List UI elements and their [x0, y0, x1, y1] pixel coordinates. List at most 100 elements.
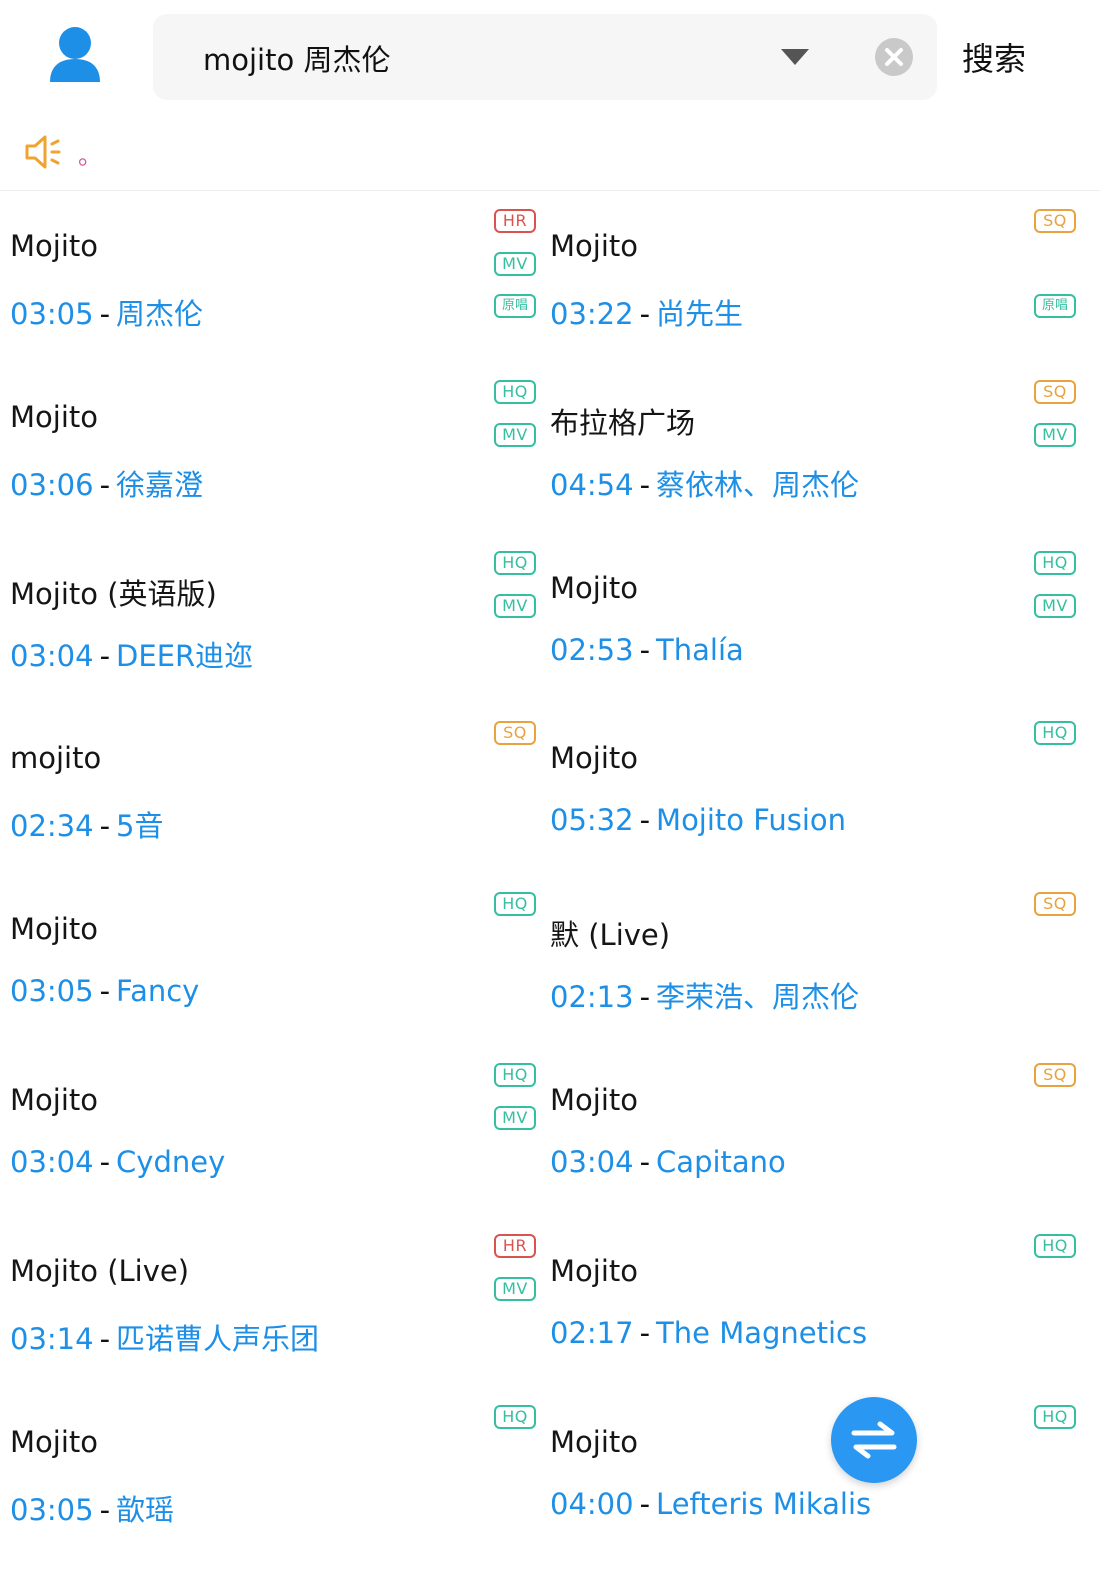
song-duration: 03:04	[10, 639, 94, 673]
song-item[interactable]: Mojito (Live) 03:14- 匹诺曹人声乐团 HR MV	[0, 1216, 540, 1387]
song-meta: 02:53- Thalía	[550, 633, 744, 667]
song-item[interactable]: Mojito 05:32- Mojito Fusion HQ	[540, 703, 1080, 874]
badge-hq: HQ	[494, 551, 536, 575]
separator: -	[99, 974, 111, 1008]
song-title: 布拉格广场	[550, 406, 696, 440]
song-meta: 03:06- 徐嘉澄	[10, 462, 203, 504]
song-duration: 03:22	[550, 297, 634, 331]
song-item[interactable]: Mojito (英语版) 03:04- DEER迪迩 HQ MV	[0, 533, 540, 704]
song-item[interactable]: Mojito 02:17- The Magnetics HQ	[540, 1216, 1080, 1387]
song-duration: 02:34	[10, 809, 94, 843]
song-artist[interactable]: Lefteris Mikalis	[656, 1487, 871, 1521]
badge-mv[interactable]: MV	[494, 1277, 536, 1301]
song-duration: 03:05	[10, 1493, 94, 1527]
top-bar: 搜索	[0, 0, 1100, 120]
badge-mv[interactable]: MV	[494, 252, 536, 276]
search-button[interactable]: 搜索	[962, 34, 1062, 78]
search-box	[153, 14, 937, 100]
separator: -	[99, 809, 111, 843]
song-item[interactable]: Mojito 03:04- Capitano SQ	[540, 1045, 1080, 1216]
song-duration: 03:04	[10, 1145, 94, 1179]
song-item[interactable]: mojito 02:34-5音 SQ	[0, 703, 540, 874]
separator: -	[639, 1316, 651, 1350]
badge-sq: SQ	[494, 721, 536, 745]
song-title: Mojito	[10, 400, 98, 434]
song-artist[interactable]: Fancy	[116, 974, 199, 1008]
user-icon[interactable]	[48, 26, 102, 84]
badge-original: 原唱	[1034, 294, 1076, 318]
song-item[interactable]: Mojito 03:04- Cydney HQ MV	[0, 1045, 540, 1216]
song-title: 默 (Live)	[550, 918, 671, 952]
badge-mv[interactable]: MV	[1034, 423, 1076, 447]
song-artist[interactable]: 李荣浩、周杰伦	[656, 980, 859, 1014]
song-meta: 03:04- Cydney	[10, 1145, 225, 1179]
song-artist[interactable]: The Magnetics	[656, 1316, 867, 1350]
song-meta: 02:34-5音	[10, 803, 164, 845]
clear-circle-icon[interactable]	[873, 36, 915, 78]
song-item[interactable]: Mojito 03:05- 歆瑶 HQ	[0, 1387, 540, 1558]
song-item[interactable]: Mojito 04:00- Lefteris Mikalis HQ	[540, 1387, 1080, 1558]
song-duration: 03:04	[550, 1145, 634, 1179]
badge-hr: HR	[494, 209, 536, 233]
swap-button[interactable]	[831, 1397, 917, 1483]
song-meta: 02:17- The Magnetics	[550, 1316, 867, 1350]
announcement-text: 。	[78, 142, 102, 170]
song-meta: 03:05- 周杰伦	[10, 291, 203, 333]
song-title: Mojito	[10, 1425, 98, 1459]
badge-hq: HQ	[1034, 721, 1076, 745]
song-item[interactable]: Mojito 03:22- 尚先生 SQ 原唱	[540, 191, 1080, 362]
song-duration: 03:06	[10, 468, 94, 502]
search-input[interactable]	[201, 35, 725, 81]
song-duration: 02:13	[550, 980, 634, 1014]
badge-hq: HQ	[1034, 1234, 1076, 1258]
badge-hq: HQ	[1034, 551, 1076, 575]
song-meta: 05:32- Mojito Fusion	[550, 803, 846, 837]
badge-mv[interactable]: MV	[494, 1106, 536, 1130]
song-artist[interactable]: 匹诺曹人声乐团	[116, 1322, 319, 1356]
song-title: Mojito	[10, 1083, 98, 1117]
badge-hr: HR	[494, 1234, 536, 1258]
song-meta: 03:22- 尚先生	[550, 291, 743, 333]
song-title: Mojito	[550, 571, 638, 605]
song-title: Mojito (Live)	[10, 1254, 190, 1288]
song-artist[interactable]: DEER迪迩	[116, 639, 253, 673]
song-meta: 03:14- 匹诺曹人声乐团	[10, 1316, 319, 1358]
song-duration: 05:32	[550, 803, 634, 837]
badge-mv[interactable]: MV	[1034, 594, 1076, 618]
song-artist[interactable]: 蔡依林、周杰伦	[656, 468, 859, 502]
song-duration: 02:17	[550, 1316, 634, 1350]
song-meta: 03:05- 歆瑶	[10, 1487, 174, 1529]
song-artist[interactable]: Thalía	[656, 633, 744, 667]
badge-mv[interactable]: MV	[494, 594, 536, 618]
song-duration: 04:00	[550, 1487, 634, 1521]
song-duration: 03:05	[10, 297, 94, 331]
badge-hq: HQ	[494, 892, 536, 916]
song-title: Mojito	[550, 229, 638, 263]
song-artist[interactable]: 尚先生	[656, 297, 743, 331]
song-item[interactable]: 默 (Live) 02:13- 李荣浩、周杰伦 SQ	[540, 874, 1080, 1045]
song-item[interactable]: 布拉格广场 04:54- 蔡依林、周杰伦 SQ MV	[540, 362, 1080, 533]
badge-hq: HQ	[494, 1405, 536, 1429]
song-artist[interactable]: Cydney	[116, 1145, 225, 1179]
song-artist[interactable]: 徐嘉澄	[116, 468, 203, 502]
badge-hq: HQ	[1034, 1405, 1076, 1429]
song-duration: 03:14	[10, 1322, 94, 1356]
song-artist[interactable]: Mojito Fusion	[656, 803, 846, 837]
caret-down-icon[interactable]	[779, 45, 811, 69]
song-artist[interactable]: 歆瑶	[116, 1493, 174, 1527]
song-title: Mojito	[550, 1254, 638, 1288]
badge-mv[interactable]: MV	[494, 423, 536, 447]
song-artist[interactable]: 5音	[116, 809, 163, 843]
speaker-icon	[22, 130, 66, 174]
song-item[interactable]: Mojito 03:05- Fancy HQ	[0, 874, 540, 1045]
song-item[interactable]: Mojito 03:05- 周杰伦 HR MV 原唱	[0, 191, 540, 362]
separator: -	[99, 1493, 111, 1527]
song-title: Mojito	[550, 741, 638, 775]
separator: -	[639, 980, 651, 1014]
badge-sq: SQ	[1034, 209, 1076, 233]
song-item[interactable]: Mojito 02:53- Thalía HQ MV	[540, 533, 1080, 704]
song-artist[interactable]: 周杰伦	[116, 297, 203, 331]
song-meta: 04:00- Lefteris Mikalis	[550, 1487, 871, 1521]
song-artist[interactable]: Capitano	[656, 1145, 786, 1179]
song-item[interactable]: Mojito 03:06- 徐嘉澄 HQ MV	[0, 362, 540, 533]
